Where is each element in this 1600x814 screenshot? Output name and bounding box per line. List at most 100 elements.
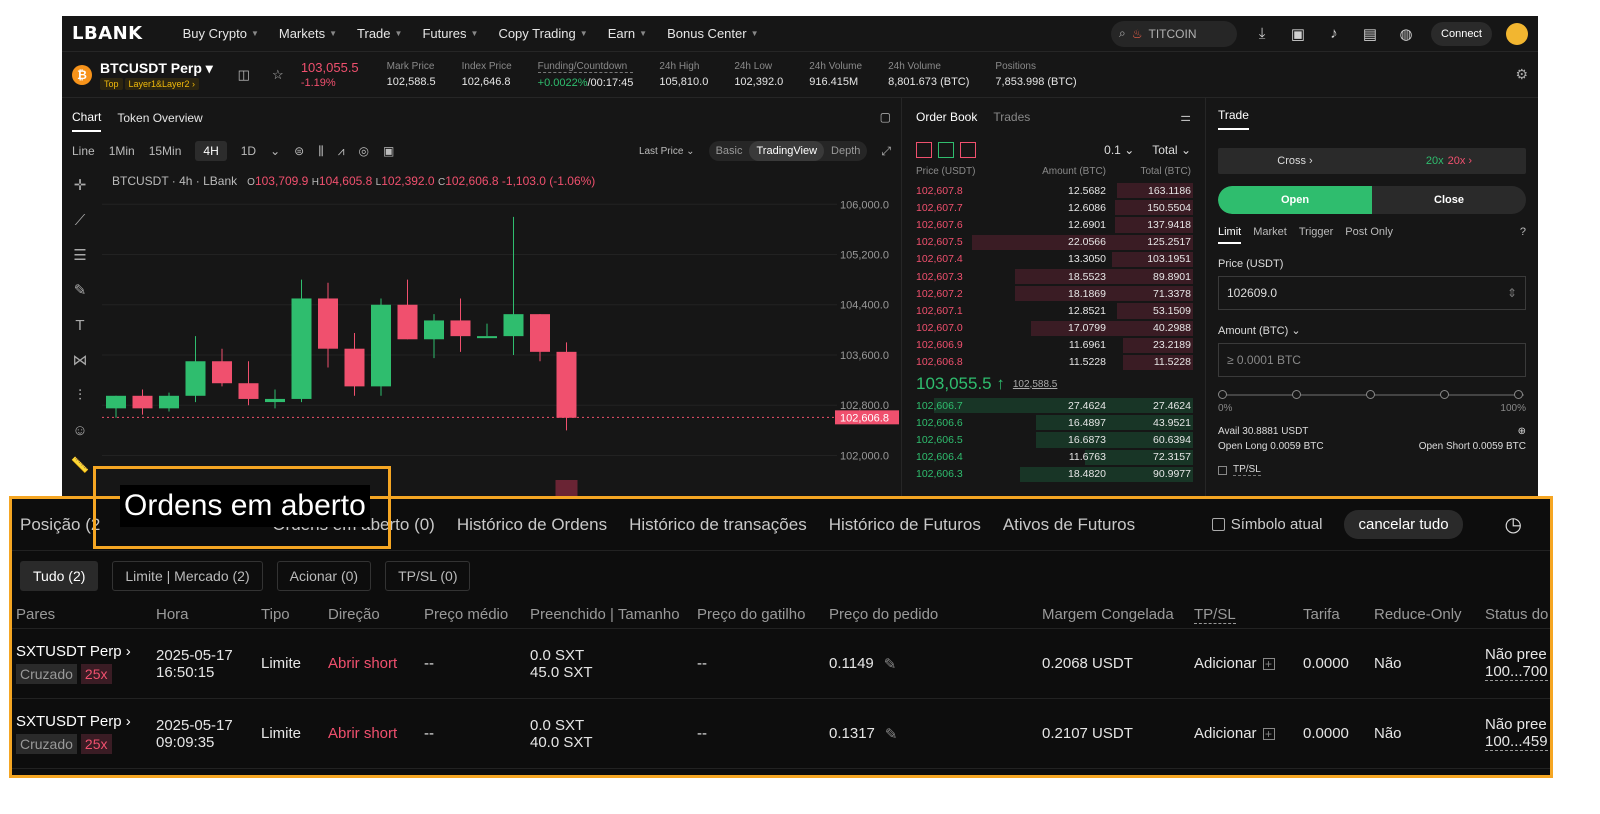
tab-positions[interactable]: Posição (2 bbox=[20, 515, 100, 535]
view-depth[interactable]: Depth bbox=[824, 141, 867, 161]
order-book-row[interactable]: 102,607.8 12.5682 163.1186 bbox=[902, 182, 1205, 199]
order-book-row[interactable]: 102,606.6 16.4897 43.9521 bbox=[902, 414, 1205, 431]
edit-pencil-icon[interactable]: ✎ bbox=[885, 725, 898, 743]
avatar[interactable] bbox=[1506, 22, 1528, 45]
orders-icon[interactable]: ▤ bbox=[1359, 23, 1381, 45]
order-book-row[interactable]: 102,607.7 12.6086 150.5504 bbox=[902, 199, 1205, 216]
order-book-row[interactable]: 102,607.0 17.0799 40.2988 bbox=[902, 320, 1205, 337]
order-pair[interactable]: SXTUSDT Perp › bbox=[16, 643, 131, 660]
tab-order-book[interactable]: Order Book bbox=[916, 110, 977, 124]
order-type-limit[interactable]: Limit bbox=[1218, 226, 1242, 244]
book-bids-icon[interactable] bbox=[938, 142, 954, 158]
bell-icon[interactable]: ♪ bbox=[1323, 23, 1345, 45]
download-icon[interactable]: ⤓ bbox=[1251, 23, 1273, 45]
fib-icon[interactable]: ☰ bbox=[62, 238, 98, 273]
fullscreen-icon[interactable]: ▢ bbox=[880, 110, 891, 124]
total-select[interactable]: Total ⌄ bbox=[1152, 143, 1191, 157]
nav-copy-trading[interactable]: Copy Trading ▼ bbox=[498, 26, 587, 41]
order-book-row[interactable]: 102,607.3 18.5523 89.8901 bbox=[902, 268, 1205, 285]
nav-buy-crypto[interactable]: Buy Crypto ▼ bbox=[183, 26, 259, 41]
last-price-select[interactable]: Last Price ⌄ bbox=[639, 146, 695, 157]
subtab-trigger[interactable]: Acionar (0) bbox=[276, 561, 372, 591]
order-book-row[interactable]: 102,607.4 13.3050 103.1951 bbox=[902, 251, 1205, 268]
tab-chart[interactable]: Chart bbox=[72, 110, 102, 132]
subtab-all[interactable]: Tudo (2) bbox=[20, 561, 99, 591]
studies-icon[interactable]: ⩘ bbox=[338, 144, 345, 159]
stepper-icon[interactable]: ⇕ bbox=[1507, 286, 1517, 300]
candlestick-chart[interactable]: 106,000.0 105,200.0 104,400.0 103,600.0 102,… bbox=[102, 168, 902, 516]
add-tpsl-link[interactable]: Adicionar bbox=[1194, 655, 1257, 672]
order-book-row[interactable]: 102,606.9 11.6961 23.2189 bbox=[902, 337, 1205, 354]
order-book-row[interactable]: 102,606.4 11.6763 72.3157 bbox=[902, 449, 1205, 466]
order-row[interactable]: SXTUSDT Perp › Cruzado 25x 2025-05-17 09:09:… bbox=[12, 699, 1550, 769]
amount-slider[interactable] bbox=[1218, 389, 1526, 401]
globe-icon[interactable]: ◍ bbox=[1395, 23, 1417, 45]
help-icon[interactable]: ? bbox=[1520, 226, 1526, 244]
tpsl-checkbox[interactable] bbox=[1218, 465, 1227, 475]
book-both-icon[interactable] bbox=[916, 142, 932, 158]
add-funds-icon[interactable]: ⊕ bbox=[1518, 426, 1526, 437]
order-book-row[interactable]: 102,607.2 18.1869 71.3378 bbox=[902, 285, 1205, 302]
order-book-row[interactable]: 102,607.5 22.0566 125.2517 bbox=[902, 234, 1205, 251]
order-pair[interactable]: SXTUSDT Perp › bbox=[16, 713, 131, 730]
expand-icon[interactable]: ⤢ bbox=[881, 144, 891, 159]
subtab-tpsl[interactable]: TP/SL (0) bbox=[385, 561, 471, 591]
tab-futures-history[interactable]: Histórico de Futuros bbox=[829, 515, 981, 535]
tf-1d[interactable]: 1D bbox=[241, 144, 256, 158]
indicator-icon[interactable]: ⊜ bbox=[294, 144, 304, 158]
tf-1min[interactable]: 1Min bbox=[109, 144, 135, 158]
order-book-row[interactable]: 102,606.7 27.4624 27.4624 bbox=[902, 397, 1205, 414]
pattern-icon[interactable]: ⋈ bbox=[62, 343, 98, 378]
stat-funding[interactable]: Funding/Countdown +0.0022%/00:17:45 bbox=[537, 61, 634, 89]
price-input[interactable]: 102609.0 ⇕ bbox=[1218, 276, 1526, 310]
order-row[interactable]: SXTUSDT Perp › Cruzado 25x 2025-05-17 16:50:… bbox=[12, 629, 1550, 699]
settings-gear-icon[interactable]: ⚙ bbox=[1515, 66, 1528, 83]
emoji-icon[interactable]: ☺ bbox=[62, 413, 98, 448]
pair-selector[interactable]: BTCUSDT Perp ▾ bbox=[100, 60, 213, 77]
order-book-row[interactable]: 102,606.8 11.5228 11.5228 bbox=[902, 354, 1205, 371]
order-type-trigger[interactable]: Trigger bbox=[1299, 226, 1333, 244]
nav-earn[interactable]: Earn ▼ bbox=[608, 26, 647, 41]
lbank-logo[interactable]: LBANK bbox=[72, 23, 143, 44]
nav-futures[interactable]: Futures ▼ bbox=[422, 26, 478, 41]
view-tradingview[interactable]: TradingView bbox=[749, 141, 825, 161]
edit-pencil-icon[interactable]: ✎ bbox=[884, 655, 897, 673]
nav-markets[interactable]: Markets ▼ bbox=[279, 26, 337, 41]
order-book-row[interactable]: 102,607.6 12.6901 137.9418 bbox=[902, 216, 1205, 233]
plus-box-icon[interactable]: + bbox=[1262, 657, 1275, 671]
connect-button[interactable]: Connect bbox=[1431, 21, 1492, 46]
book-asks-icon[interactable] bbox=[960, 142, 976, 158]
nav-bonus-center[interactable]: Bonus Center ▼ bbox=[667, 26, 758, 41]
settings-icon[interactable]: ◎ bbox=[359, 144, 369, 158]
star-icon[interactable]: ☆ bbox=[267, 67, 289, 83]
chevron-down-icon[interactable]: ⌄ bbox=[270, 144, 280, 158]
tab-trade-history[interactable]: Histórico de transações bbox=[629, 515, 807, 535]
order-book-row[interactable]: 102,606.3 18.4820 90.9977 bbox=[902, 466, 1205, 483]
margin-mode-select[interactable]: Cross › bbox=[1218, 148, 1372, 174]
close-button[interactable]: Close bbox=[1372, 186, 1526, 214]
trendline-icon[interactable]: ⟋ bbox=[62, 203, 98, 238]
add-tpsl-link[interactable]: Adicionar bbox=[1194, 725, 1257, 742]
book-icon[interactable]: ◫ bbox=[233, 67, 255, 83]
plus-box-icon[interactable]: + bbox=[1262, 727, 1275, 741]
tf-4h[interactable]: 4H bbox=[195, 141, 227, 161]
subtab-limit-market[interactable]: Limite | Mercado (2) bbox=[112, 561, 263, 591]
tab-futures-assets[interactable]: Ativos de Futuros bbox=[1003, 515, 1135, 535]
history-clock-icon[interactable]: ◷ bbox=[1505, 512, 1522, 537]
order-book-row[interactable]: 102,606.5 16.6873 60.6394 bbox=[902, 431, 1205, 448]
amount-label[interactable]: Amount (BTC) ⌄ bbox=[1218, 324, 1526, 337]
current-symbol-checkbox[interactable]: Símbolo atual bbox=[1211, 516, 1322, 533]
order-type-market[interactable]: Market bbox=[1253, 226, 1287, 244]
camera-icon[interactable]: ▣ bbox=[383, 144, 394, 158]
leverage-select[interactable]: 20x 20x › bbox=[1372, 148, 1526, 174]
amount-input[interactable]: ≥ 0.0001 BTC bbox=[1218, 343, 1526, 377]
crosshair-icon[interactable]: ✛ bbox=[62, 168, 98, 203]
candle-type-icon[interactable]: ⫼ bbox=[318, 144, 324, 159]
cancel-all-button[interactable]: cancelar tudo bbox=[1344, 510, 1463, 539]
text-icon[interactable]: T bbox=[62, 308, 98, 343]
wallet-icon[interactable]: ▣ bbox=[1287, 23, 1309, 45]
order-type-post-only[interactable]: Post Only bbox=[1345, 226, 1393, 244]
measure-icon[interactable]: ⫶ bbox=[62, 378, 98, 413]
order-book-row[interactable]: 102,607.1 12.8521 53.1509 bbox=[902, 302, 1205, 319]
precision-select[interactable]: 0.1 ⌄ bbox=[1104, 143, 1134, 157]
